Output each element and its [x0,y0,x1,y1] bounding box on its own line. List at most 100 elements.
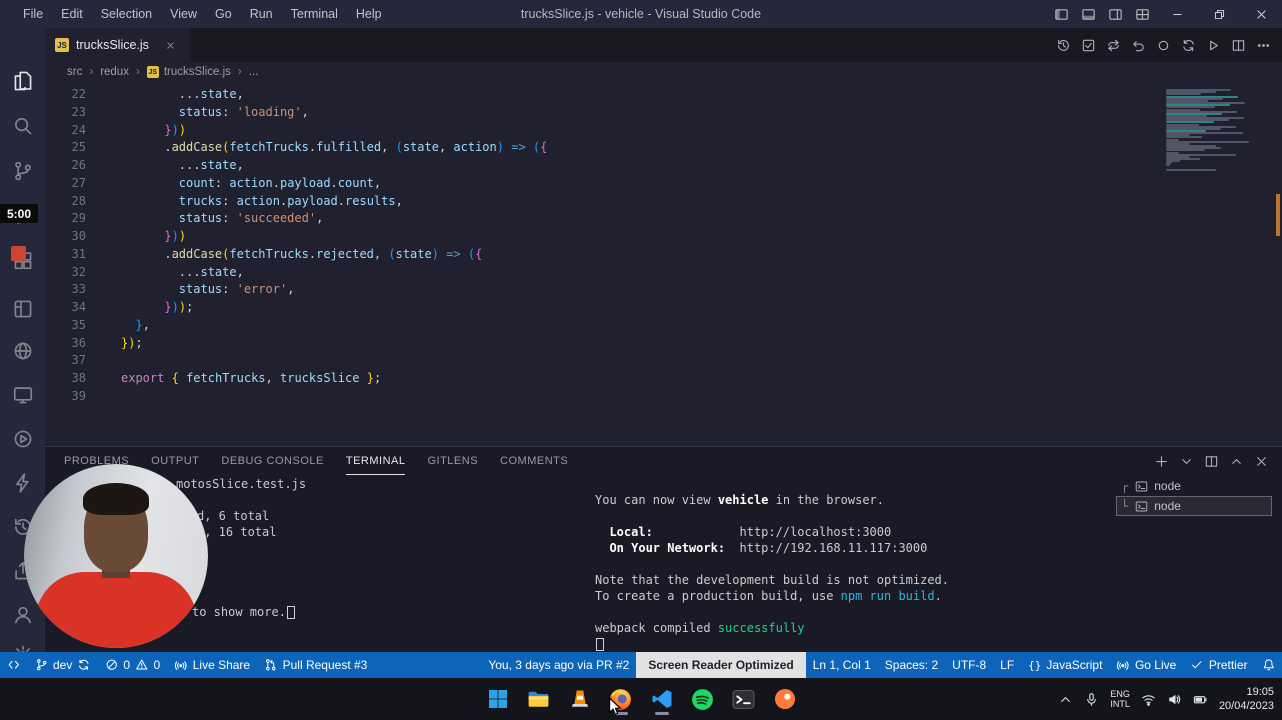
terminal-test-output: d, 16 total [197,525,277,539]
thunder-client-icon[interactable] [0,468,45,498]
line-number: 38 [71,371,86,385]
encoding-item[interactable]: UTF-8 [945,652,993,678]
search-icon[interactable] [0,111,45,141]
toggle-panel-icon[interactable] [1075,0,1102,28]
more-icon[interactable] [1251,32,1276,58]
menu-run[interactable]: Run [241,0,282,28]
go-live-button[interactable]: Go Live [1109,652,1183,678]
breadcrumb--[interactable]: ... [247,66,261,78]
undo-icon[interactable] [1126,32,1151,58]
language-indicator[interactable]: ENG INTL [1110,689,1130,710]
panel-tab-terminal[interactable]: TERMINAL [345,447,406,475]
vlc-taskbar-icon[interactable] [567,683,592,715]
sync-icon[interactable] [1176,32,1201,58]
code-line-23: 23 status: 'loading', [45,104,1162,122]
tray-expand-icon[interactable] [1058,692,1073,707]
terminal-process-node[interactable]: └ node [1116,496,1272,516]
minimize-button[interactable] [1156,0,1198,28]
window-title: trucksSlice.js - vehicle - Visual Studio… [520,7,762,21]
tasks-icon[interactable] [1076,32,1101,58]
toggle-secondary-sidebar-icon[interactable] [1102,0,1129,28]
postman-taskbar-icon[interactable] [772,683,797,715]
customize-layout-icon[interactable] [1129,0,1156,28]
menu-selection[interactable]: Selection [92,0,161,28]
split-icon[interactable] [1226,32,1251,58]
eol-item[interactable]: LF [993,652,1021,678]
notifications-bell[interactable] [1255,652,1282,678]
editor-layout-icon[interactable] [0,294,45,324]
remote-indicator[interactable] [0,652,28,678]
breadcrumb-trucksslice-js[interactable]: JS trucksSlice.js [145,66,233,78]
restore-button[interactable] [1198,0,1240,28]
history-icon[interactable] [1051,32,1076,58]
compare-icon[interactable] [1101,32,1126,58]
live-share-icon[interactable] [0,336,45,366]
line-number: 29 [71,211,86,226]
tab-close-icon[interactable] [162,36,180,54]
prettier-item[interactable]: Prettier [1183,652,1254,678]
run-app-icon[interactable] [0,424,45,454]
panel-tab-output[interactable]: OUTPUT [151,447,199,475]
menu-go[interactable]: Go [206,0,241,28]
remote-explorer-icon[interactable] [0,380,45,410]
recording-indicator[interactable] [11,246,26,261]
language-mode-item[interactable]: {} JavaScript [1021,652,1109,678]
pull-request-button[interactable]: Pull Request #3 [257,652,374,678]
code-line-24: 24 })) [45,122,1162,140]
menu-help[interactable]: Help [347,0,391,28]
panel-actions [1149,448,1282,474]
record-icon[interactable] [1151,32,1176,58]
system-tray: ENG INTL 19:05 20/04/2023 [1058,678,1274,720]
problems-item[interactable]: 0 0 [98,652,167,678]
cursor-position[interactable]: Ln 1, Col 1 [806,652,878,678]
microphone-icon[interactable] [1084,692,1099,707]
panel-close-icon[interactable] [1249,448,1274,474]
battery-icon[interactable] [1193,692,1208,707]
panel-chevup-icon[interactable] [1224,448,1249,474]
explorer-icon[interactable] [0,66,45,96]
bell-icon [1262,658,1276,672]
menu-edit[interactable]: Edit [52,0,92,28]
panel-split-icon[interactable] [1199,448,1224,474]
terminal-process-list: ┌ node └ node [1116,476,1272,516]
menu-file[interactable]: File [14,0,52,28]
webcam-person-hair [83,483,149,515]
tab-trucksslice-js[interactable]: JS trucksSlice.js [45,28,190,62]
source-control-icon[interactable] [0,156,45,186]
menu-view[interactable]: View [161,0,206,28]
network-icon[interactable] [1141,692,1156,707]
run-icon[interactable] [1201,32,1226,58]
minimap[interactable] [1162,84,1258,440]
code-editor[interactable]: 22 ...state, 23 status: 'loading', 24 })) 2… [45,82,1282,446]
start-taskbar-icon[interactable] [485,683,510,715]
panel-chevdown-icon[interactable] [1174,448,1199,474]
file-explorer-taskbar-icon[interactable] [526,683,551,715]
panel-tab-comments[interactable]: COMMENTS [500,447,568,475]
terminal-output-right: You can now view vehicle in the browser.… [595,492,949,652]
close-window-button[interactable] [1240,0,1282,28]
terminal-process-node[interactable]: ┌ node [1116,476,1272,496]
panel-tab-debug-console[interactable]: DEBUG CONSOLE [221,447,323,475]
broadcast-icon [174,658,188,672]
toggle-primary-sidebar-icon[interactable] [1048,0,1075,28]
live-share-button[interactable]: Live Share [167,652,257,678]
clock[interactable]: 19:05 20/04/2023 [1219,685,1274,714]
volume-icon[interactable] [1167,692,1182,707]
indentation-item[interactable]: Spaces: 2 [878,652,945,678]
terminal-line [595,636,949,652]
blame-info[interactable]: You, 3 days ago via PR #2 [481,652,636,678]
vscode-taskbar-icon[interactable] [649,683,674,715]
spotify-taskbar-icon[interactable] [690,683,715,715]
breadcrumb-src[interactable]: src [65,66,84,78]
menu-bar: File Edit Selection View Go Run Terminal Help [14,0,391,28]
git-branch-item[interactable]: dev [28,652,98,678]
breadcrumb-redux[interactable]: redux [98,66,131,78]
screen-reader-optimized-button[interactable]: Screen Reader Optimized [636,652,806,678]
terminal-taskbar-icon[interactable] [731,683,756,715]
panel-plus-icon[interactable] [1149,448,1174,474]
menu-terminal[interactable]: Terminal [282,0,347,28]
js-file-icon: JS [146,66,159,78]
panel-tab-gitlens[interactable]: GITLENS [427,447,478,475]
code-line-22: 22 ...state, [45,86,1162,104]
code-line-30: 30 })) [45,228,1162,246]
